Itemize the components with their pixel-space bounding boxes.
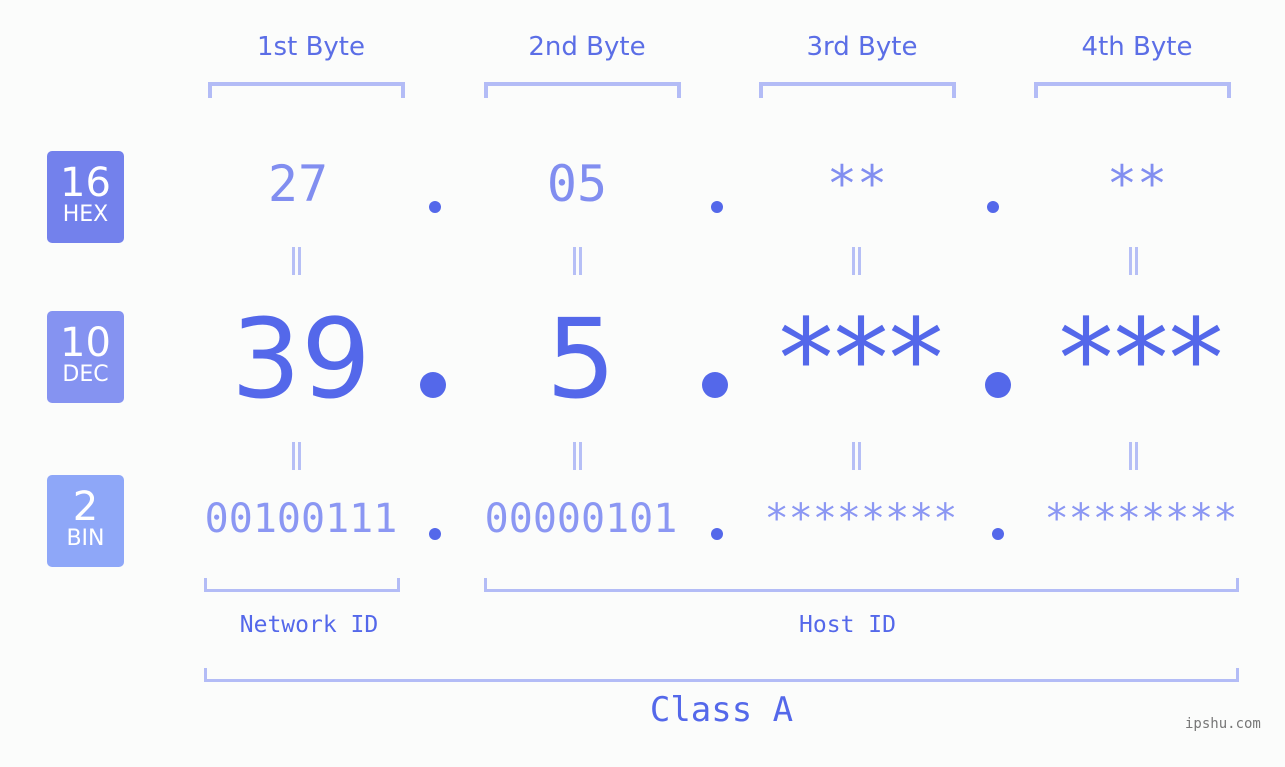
dec-badge-label: DEC	[62, 362, 109, 387]
bin-value-4: ********	[1044, 496, 1238, 542]
dec-badge-number: 10	[60, 320, 111, 366]
bin-separator-dot	[429, 528, 441, 540]
dec-separator-dot	[985, 372, 1011, 398]
hex-separator-dot	[711, 201, 723, 213]
hex-badge-label: HEX	[62, 202, 109, 227]
class-label: Class A	[649, 690, 794, 730]
equals-icon	[852, 442, 861, 470]
watermark: ipshu.com	[1185, 716, 1261, 732]
bin-separator-dot	[992, 528, 1004, 540]
host-id-bracket	[484, 578, 1239, 592]
hex-badge-number: 16	[60, 160, 111, 206]
equals-icon	[573, 442, 582, 470]
bin-badge-label: BIN	[66, 526, 105, 551]
hex-value-2: 05	[546, 155, 608, 213]
dec-value-4: ***	[1058, 295, 1224, 423]
byte-header-2: 2nd Byte	[528, 32, 646, 62]
byte-header-3: 3rd Byte	[806, 32, 918, 62]
hex-value-4: **	[1106, 155, 1168, 213]
dec-badge: 10 DEC	[47, 311, 124, 403]
dec-value-2: 5	[546, 295, 616, 423]
bin-badge: 2 BIN	[47, 475, 124, 567]
equals-icon	[1129, 247, 1138, 275]
bin-value-1: 00100111	[204, 496, 398, 542]
bin-value-2: 00000101	[484, 496, 678, 542]
equals-icon	[292, 442, 301, 470]
byte-bracket-4	[1034, 82, 1231, 98]
byte-bracket-2	[484, 82, 681, 98]
dec-separator-dot	[420, 372, 446, 398]
hex-badge: 16 HEX	[47, 151, 124, 243]
dec-separator-dot	[702, 372, 728, 398]
hex-separator-dot	[429, 201, 441, 213]
hex-value-1: 27	[267, 155, 329, 213]
equals-icon	[852, 247, 861, 275]
class-bracket	[204, 668, 1239, 682]
equals-icon	[573, 247, 582, 275]
byte-bracket-1	[208, 82, 405, 98]
bin-badge-number: 2	[72, 484, 99, 530]
hex-separator-dot	[987, 201, 999, 213]
dec-value-3: ***	[778, 295, 944, 423]
hex-value-3: **	[826, 155, 888, 213]
bin-value-3: ********	[764, 496, 958, 542]
equals-icon	[292, 247, 301, 275]
network-id-label: Network ID	[239, 612, 379, 638]
byte-header-1: 1st Byte	[257, 32, 365, 62]
dec-value-1: 39	[231, 295, 371, 423]
byte-header-4: 4th Byte	[1081, 32, 1193, 62]
bin-separator-dot	[711, 528, 723, 540]
equals-icon	[1129, 442, 1138, 470]
host-id-label: Host ID	[799, 612, 896, 638]
network-id-bracket	[204, 578, 400, 592]
byte-bracket-3	[759, 82, 956, 98]
